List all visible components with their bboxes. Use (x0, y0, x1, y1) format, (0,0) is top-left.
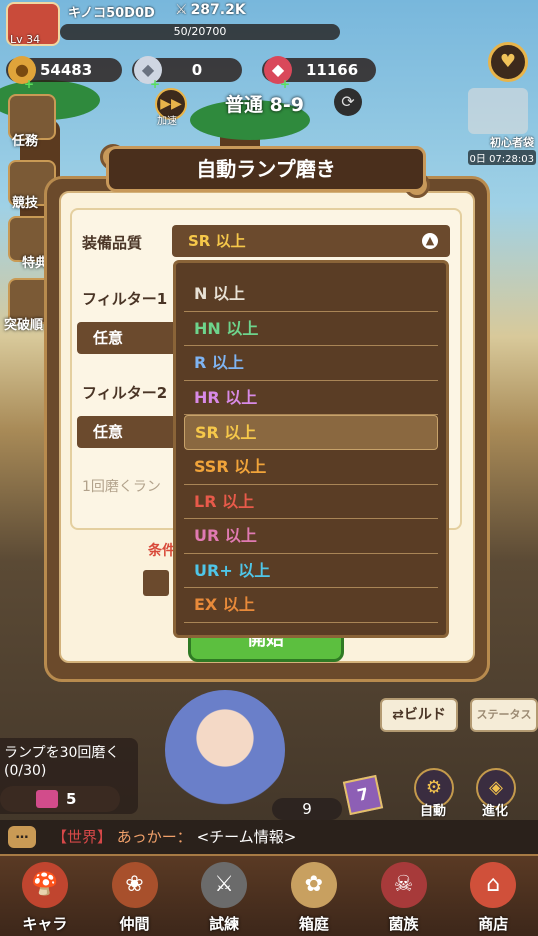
chat-channel: 【世界】 (52, 828, 113, 846)
combat-power-value: 287.2K (190, 2, 246, 18)
shop-icon: ⌂ (470, 862, 517, 908)
nav-shop[interactable]: ⌂ 商店 (448, 856, 538, 936)
grade-select-value: SR 以上 (188, 232, 246, 250)
grade-option[interactable]: R 以上 (184, 346, 438, 381)
lamp-level: 9 (272, 798, 342, 820)
nav-trial[interactable]: ⚔ 試練 (179, 856, 269, 936)
grade-option[interactable]: N 以上 (184, 277, 438, 312)
chat-sender: あっかー： (116, 828, 192, 846)
grade-dropdown-list: N 以上 HN 以上 R 以上 HR 以上 SR 以上 SSR 以上 LR 以上 UR 以上 U… (173, 260, 449, 638)
lamp-count: 5 (0, 786, 120, 812)
combat-power: ⚔ 287.2K (175, 2, 246, 18)
nav-label: キャラ (22, 915, 68, 933)
gear-icon: ⚙ (425, 777, 443, 798)
nav-label: 菌族 (388, 915, 419, 933)
genie-character (165, 690, 285, 810)
newbie-pack-label: 初心者袋 (490, 136, 534, 149)
refresh-button[interactable]: ⟳ (334, 88, 362, 116)
heart-icon: ♥ (499, 51, 517, 72)
nav-companion[interactable]: ❀ 仲間 (90, 856, 180, 936)
grade-select[interactable]: SR 以上 ▲ (172, 225, 450, 257)
garden-icon: ✿ (290, 862, 337, 908)
build-button[interactable]: ⇄ビルド (380, 698, 458, 732)
stage-label: 普通 8-9 (225, 94, 304, 116)
grade-option[interactable]: HR 以上 (184, 381, 438, 416)
mushroom-icon: 🍄 (21, 862, 68, 908)
chevron-up-icon: ▲ (422, 233, 438, 249)
bottom-nav: 🍄 キャラ ❀ 仲間 ⚔ 試練 ✿ 箱庭 ☠ 菌族 ⌂ 商店 (0, 854, 538, 936)
chat-message: <チーム情報> (196, 828, 297, 846)
gold-counter[interactable]: ● + 54483 (6, 56, 122, 91)
player-name: キノコ50D0D (68, 6, 155, 21)
crossed-swords-icon: ⚔ (175, 2, 188, 18)
dialog-title: 自動ランプ磨き (106, 146, 426, 192)
player-avatar[interactable]: Lv 34 (6, 2, 60, 46)
fast-forward-icon: ▶▶ (160, 96, 182, 112)
grade-label: 装備品質 (82, 234, 143, 252)
grade-option[interactable]: UR 以上 (184, 519, 438, 554)
polish-count-label: 1回磨くラン (82, 479, 161, 495)
plus-icon: + (24, 77, 35, 91)
breakthrough-label: 突破順 (4, 318, 44, 333)
swords-icon: ⚔ (201, 862, 248, 908)
xp-bar: 50/20700 (60, 24, 340, 40)
condition-checkbox[interactable] (143, 570, 169, 596)
nav-label: 商店 (478, 915, 509, 933)
grade-option[interactable]: UR+ 以上 (184, 554, 438, 589)
speed-label: 加速 (157, 116, 177, 127)
tasks-label: 任務 (12, 134, 39, 149)
gold-value: 54483 (40, 61, 93, 79)
build-label: ビルド (403, 707, 446, 723)
nav-clan[interactable]: ☠ 菌族 (359, 856, 449, 936)
auto-label: 自動 (420, 804, 447, 819)
nav-chara[interactable]: 🍄 キャラ (0, 856, 90, 936)
nav-label: 仲間 (119, 915, 150, 933)
nav-garden[interactable]: ✿ 箱庭 (269, 856, 359, 936)
filter1-label: フィルター1 (82, 290, 168, 308)
grade-option[interactable]: EX 以上 (184, 588, 438, 623)
filter2-label: フィルター2 (82, 384, 168, 402)
grade-option[interactable]: SSR 以上 (184, 450, 438, 485)
diamond-shape-icon: ◈ (489, 777, 503, 798)
newbie-pack-button[interactable] (468, 88, 528, 134)
gem-counter[interactable]: ◆ + 11166 (262, 56, 376, 91)
card-level-badge: 7 (342, 774, 384, 816)
status-button[interactable]: ステータス (470, 698, 538, 732)
newbie-pack-timer: 0日 07:28:03 (467, 150, 536, 165)
condition-label: 条件 (148, 543, 176, 559)
grade-option[interactable]: SR 以上 (184, 415, 438, 450)
chat-bubble-icon: … (8, 826, 36, 848)
swap-icon: ⇄ (392, 707, 404, 723)
player-level: Lv 34 (10, 33, 41, 46)
ticket-icon (36, 790, 58, 808)
nav-label: 試練 (209, 915, 240, 933)
heart-button[interactable]: ♥ (488, 42, 528, 82)
diamond-counter[interactable]: ◆ + 0 (132, 56, 242, 91)
world-chat-bar[interactable]: … 【世界】 あっかー： <チーム情報> (0, 820, 538, 854)
arena-label: 競技 (12, 196, 39, 211)
evolve-label: 進化 (482, 804, 509, 819)
nav-label: 箱庭 (298, 915, 329, 933)
grade-option[interactable]: HN 以上 (184, 312, 438, 347)
grade-option[interactable]: LR 以上 (184, 485, 438, 520)
refresh-icon: ⟳ (341, 92, 355, 111)
lamp-count-value: 5 (66, 790, 77, 808)
paw-icon: ❀ (111, 862, 158, 908)
diamond-value: 0 (191, 61, 203, 79)
gem-value: 11166 (306, 61, 359, 79)
skull-icon: ☠ (380, 862, 427, 908)
